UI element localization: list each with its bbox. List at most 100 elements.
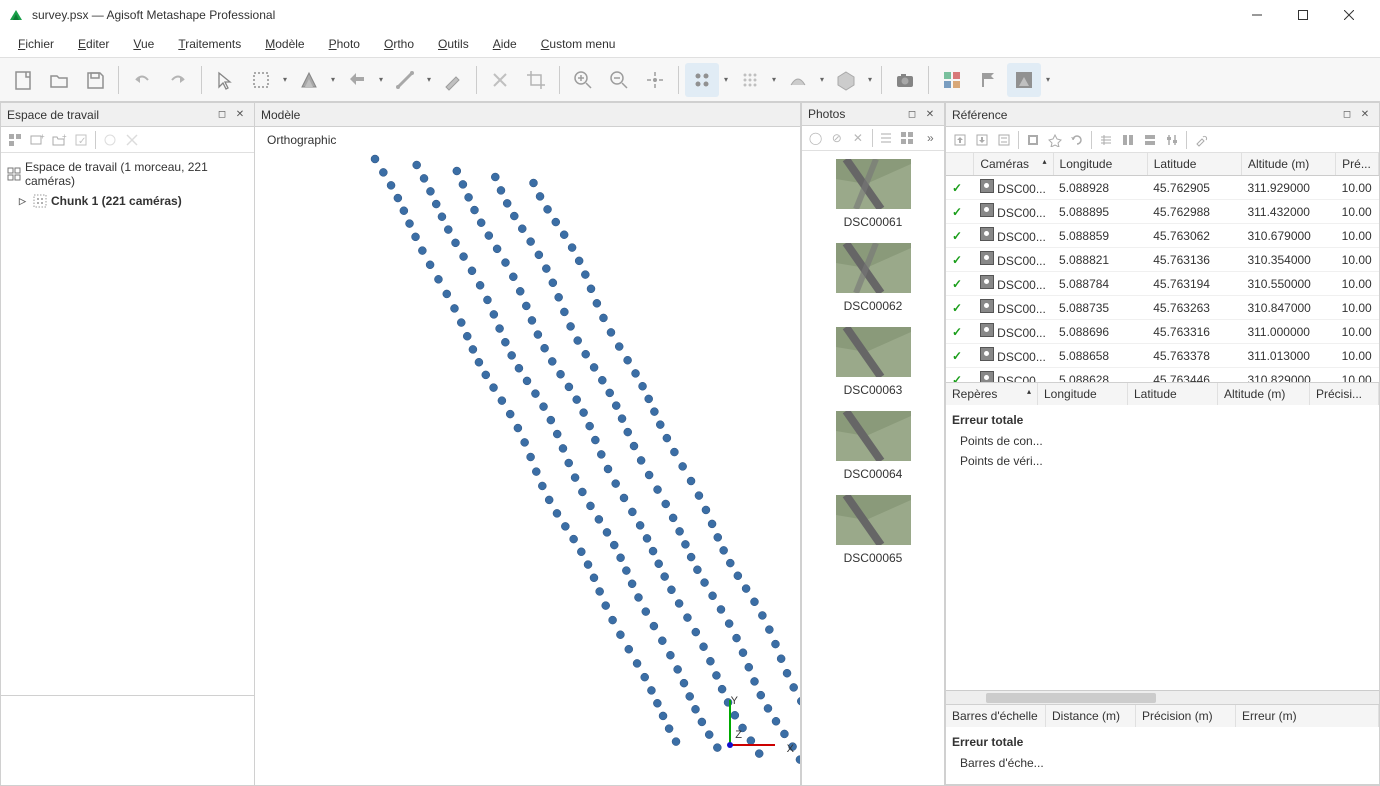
- th-cameras[interactable]: Caméras ▴: [974, 153, 1053, 176]
- check-icon[interactable]: ✓: [952, 349, 962, 363]
- camera-row[interactable]: ✓ DSC00... 5.08862845.763446310.82900010…: [946, 368, 1379, 384]
- check-points-row[interactable]: Points de véri...: [950, 451, 1375, 471]
- disable-photo-icon[interactable]: ⊘: [827, 128, 846, 148]
- dropdown-icon[interactable]: ▾: [328, 75, 338, 84]
- dropdown-icon[interactable]: ▾: [865, 75, 875, 84]
- dropdown-icon[interactable]: ▾: [280, 75, 290, 84]
- zoom-in-icon[interactable]: [566, 63, 600, 97]
- menu-traitements[interactable]: Traitements: [168, 33, 251, 55]
- photo-thumb[interactable]: DSC00062: [806, 243, 940, 313]
- texture-icon[interactable]: [829, 63, 863, 97]
- redo-icon[interactable]: [161, 63, 195, 97]
- tree-chunk[interactable]: ▷ Chunk 1 (221 caméras): [5, 191, 250, 211]
- check-icon[interactable]: ✓: [952, 325, 962, 339]
- update-icon[interactable]: [1067, 130, 1087, 150]
- adjust-icon[interactable]: [1162, 130, 1182, 150]
- camera-row[interactable]: ✓ DSC00... 5.08889545.762988311.43200010…: [946, 200, 1379, 224]
- th-latitude[interactable]: Latitude: [1147, 153, 1241, 176]
- menu-editer[interactable]: Editer: [68, 33, 119, 55]
- camera-row[interactable]: ✓ DSC00... 5.08869645.763316311.00000010…: [946, 320, 1379, 344]
- menu-vue[interactable]: Vue: [123, 33, 164, 55]
- maximize-button[interactable]: [1280, 0, 1326, 30]
- panel-close-icon[interactable]: ✕: [232, 107, 248, 123]
- ruler-icon[interactable]: [388, 63, 422, 97]
- rect-select-icon[interactable]: [244, 63, 278, 97]
- dropdown-icon[interactable]: ▾: [721, 75, 731, 84]
- menu-ortho[interactable]: Ortho: [374, 33, 424, 55]
- view-source-icon[interactable]: [1118, 130, 1138, 150]
- photo-thumb[interactable]: DSC00065: [806, 495, 940, 565]
- scalebar-row[interactable]: Barres d'éche...: [950, 753, 1375, 773]
- camera-row[interactable]: ✓ DSC00... 5.08892845.762905311.92900010…: [946, 176, 1379, 200]
- dropdown-icon[interactable]: ▾: [769, 75, 779, 84]
- thumbs-view-icon[interactable]: [898, 128, 917, 148]
- th-longitude[interactable]: Longitude: [1053, 153, 1147, 176]
- draw-icon[interactable]: [436, 63, 470, 97]
- zoom-out-icon[interactable]: [602, 63, 636, 97]
- check-icon[interactable]: ✓: [952, 301, 962, 315]
- panel-close-icon[interactable]: ✕: [1357, 107, 1373, 123]
- panel-float-icon[interactable]: ◻: [1339, 107, 1355, 123]
- undo-icon[interactable]: [125, 63, 159, 97]
- export-icon[interactable]: [972, 130, 992, 150]
- move-icon[interactable]: [340, 63, 374, 97]
- convert-icon[interactable]: [994, 130, 1014, 150]
- zoom-fit-icon[interactable]: [638, 63, 672, 97]
- import-icon[interactable]: [950, 130, 970, 150]
- region-icon[interactable]: [292, 63, 326, 97]
- camera-row[interactable]: ✓ DSC00... 5.08873545.763263310.84700010…: [946, 296, 1379, 320]
- scalebars-header[interactable]: Barres d'échelle Distance (m) Précision …: [946, 705, 1379, 727]
- tree-expand-icon[interactable]: ▷: [19, 196, 29, 207]
- menu-custom[interactable]: Custom menu: [531, 33, 626, 55]
- save-project-icon[interactable]: [78, 63, 112, 97]
- remove-icon[interactable]: [122, 130, 142, 150]
- photo-thumb[interactable]: DSC00063: [806, 327, 940, 397]
- crop-icon[interactable]: [519, 63, 553, 97]
- panel-close-icon[interactable]: ✕: [922, 106, 938, 122]
- optimize-icon[interactable]: [1045, 130, 1065, 150]
- settings-icon[interactable]: [1023, 130, 1043, 150]
- dense-cloud-icon[interactable]: [733, 63, 767, 97]
- menu-aide[interactable]: Aide: [483, 33, 527, 55]
- photo-thumb[interactable]: DSC00061: [806, 159, 940, 229]
- camera-row[interactable]: ✓ DSC00... 5.08865845.763378311.01300010…: [946, 344, 1379, 368]
- remove-photo-icon[interactable]: ✕: [848, 128, 867, 148]
- check-icon[interactable]: ✓: [952, 229, 962, 243]
- menu-photo[interactable]: Photo: [319, 33, 370, 55]
- camera-icon[interactable]: [888, 63, 922, 97]
- check-icon[interactable]: ✓: [952, 253, 962, 267]
- add-folder-icon[interactable]: +: [49, 130, 69, 150]
- view-est-icon[interactable]: [1140, 130, 1160, 150]
- markers-scrollbar[interactable]: [946, 690, 1379, 704]
- check-icon[interactable]: ✓: [952, 205, 962, 219]
- more-icon[interactable]: »: [921, 128, 940, 148]
- mesh-icon[interactable]: [781, 63, 815, 97]
- new-project-icon[interactable]: [6, 63, 40, 97]
- point-cloud-icon[interactable]: [685, 63, 719, 97]
- disable-icon[interactable]: [100, 130, 120, 150]
- dropdown-icon[interactable]: ▾: [817, 75, 827, 84]
- dropdown-icon[interactable]: ▾: [1043, 75, 1053, 84]
- check-icon[interactable]: ✓: [952, 373, 962, 384]
- menu-outils[interactable]: Outils: [428, 33, 479, 55]
- tools-icon[interactable]: [1191, 130, 1211, 150]
- model-viewport[interactable]: Orthographic X Y Z: [255, 127, 800, 785]
- tree-root[interactable]: Espace de travail (1 morceau, 221 caméra…: [5, 157, 250, 191]
- dropdown-icon[interactable]: ▾: [376, 75, 386, 84]
- thumbnails-icon[interactable]: [935, 63, 969, 97]
- check-icon[interactable]: ✓: [952, 277, 962, 291]
- photo-thumb[interactable]: DSC00064: [806, 411, 940, 481]
- markers-header[interactable]: Repères ▴ Longitude Latitude Altitude (m…: [946, 383, 1379, 405]
- minimize-button[interactable]: [1234, 0, 1280, 30]
- menu-fichier[interactable]: Fichier: [8, 33, 64, 55]
- delete-icon[interactable]: [483, 63, 517, 97]
- show-aligned-icon[interactable]: [1007, 63, 1041, 97]
- enable-icon[interactable]: ✓: [71, 130, 91, 150]
- panel-float-icon[interactable]: ◻: [214, 107, 230, 123]
- enable-photo-icon[interactable]: ◯: [806, 128, 825, 148]
- camera-row[interactable]: ✓ DSC00... 5.08878445.763194310.55000010…: [946, 272, 1379, 296]
- th-altitude[interactable]: Altitude (m): [1241, 153, 1335, 176]
- view-errors-icon[interactable]: [1096, 130, 1116, 150]
- panel-float-icon[interactable]: ◻: [904, 106, 920, 122]
- menu-modele[interactable]: Modèle: [255, 33, 314, 55]
